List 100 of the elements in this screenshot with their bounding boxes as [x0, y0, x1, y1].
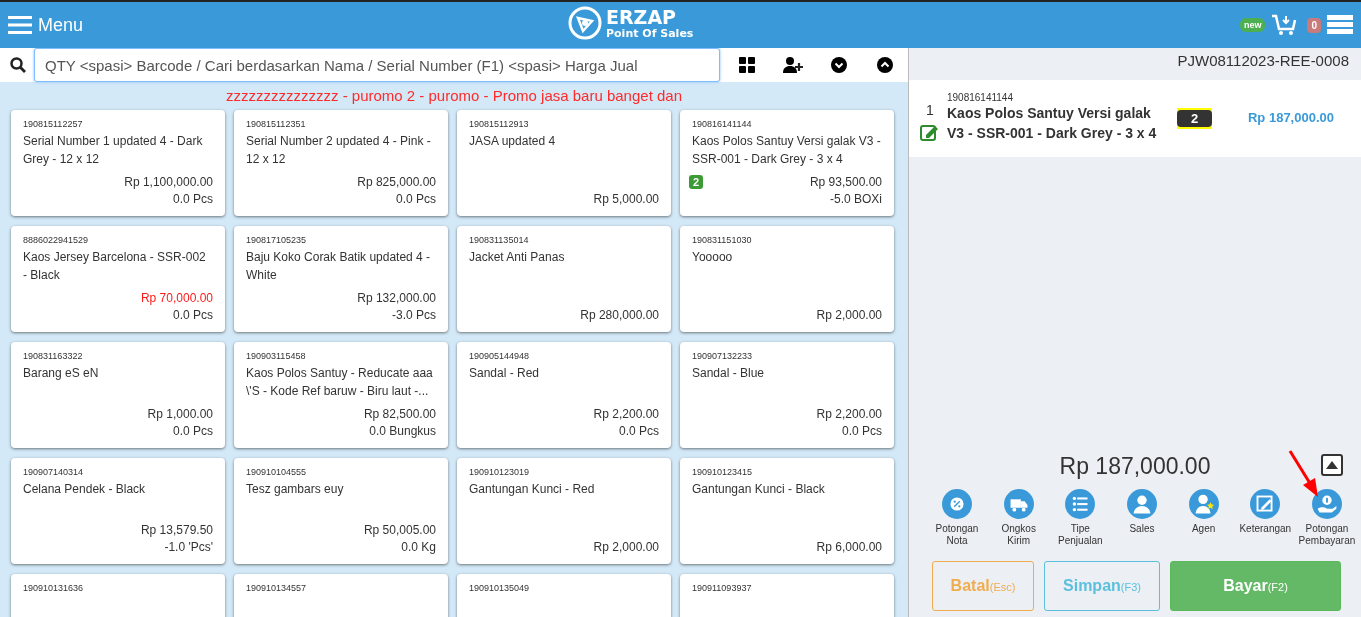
product-card[interactable]: 190910104555 Tesz gambars euy Rp 50,005.00 0.0 Kg	[234, 458, 448, 564]
queue-count-badge: 0	[1307, 17, 1321, 33]
product-name: Tesz gambars euy	[246, 481, 345, 498]
product-card[interactable]: 190907132233 Sandal - Blue Rp 2,200.00 0.0 Pcs	[680, 342, 894, 448]
product-stock: -5.0 BOXi	[829, 191, 882, 208]
menu-icon	[8, 15, 32, 35]
product-stock: 0.0 Bungkus	[369, 423, 436, 440]
product-card[interactable]: 190815112257 Serial Number 1 updated 4 - Dark Grey - 12 x 12 Rp 1,100,000.00 0.0 Pcs	[11, 110, 225, 216]
product-price: Rp 50,005.00	[363, 522, 436, 539]
search-field[interactable]: QTY <spasi> Barcode / Cari berdasarkan Nama / Serial Number (F1) <spasi> Harga Jual	[34, 48, 720, 82]
product-card[interactable]: 190816141144 Kaos Polos Santuy Versi galak V3 - SSR-001 - Dark Grey - 3 x 4 2 Rp 93,500.00 -5.0 BOXi	[680, 110, 894, 216]
product-price: Rp 82,500.00	[363, 406, 436, 423]
item-name: Kaos Polos Santuy Versi galak V3 - SSR-001 - Dark Grey - 3 x 4	[947, 104, 1158, 143]
quantity-badge[interactable]: 2	[1177, 110, 1213, 127]
product-card[interactable]: 190910131636	[11, 574, 225, 617]
product-card[interactable]: 190910123019 Gantungan Kunci - Red Rp 2,000.00	[457, 458, 671, 564]
action-button[interactable]: Sales	[1113, 489, 1170, 547]
product-code: 190911093937	[692, 582, 753, 594]
product-price: Rp 70,000.00	[140, 290, 213, 307]
action-button[interactable]: Tipe Penjualan	[1052, 489, 1109, 547]
product-price: Rp 6,000.00	[816, 539, 882, 556]
product-stock: 0.0 Pcs	[172, 191, 213, 208]
product-name: Kaos Polos Santuy - Reducate aaa \'S - Kode Ref baruw - Biru laut -...	[246, 365, 434, 400]
product-code: 190910134557	[246, 582, 308, 594]
product-name: Kaos Polos Santuy Versi galak V3 - SSR-001 - Dark Grey - 3 x 4	[692, 133, 882, 168]
action-button[interactable]: Agen	[1175, 489, 1232, 547]
chevron-down-icon	[831, 57, 847, 73]
item-number: 1	[926, 102, 934, 118]
product-name: Sandal - Blue	[692, 365, 766, 382]
product-name: Yooooo	[692, 249, 734, 266]
cart-item[interactable]: 1 190816141144 Kaos Polos Santuy Versi galak V3 - SSR-001 - Dark Grey - 3 x 4 2 Rp 187,000.00	[909, 80, 1361, 157]
product-stock: 0.0 Pcs	[395, 191, 436, 208]
product-price: Rp 13,579.50	[140, 522, 213, 539]
product-price: Rp 1,000.00	[147, 406, 213, 423]
add-user-icon	[783, 57, 803, 73]
logo-title: ERZAP	[606, 6, 678, 27]
product-name: Gantungan Kunci - Red	[469, 481, 596, 498]
product-price: Rp 280,000.00	[580, 307, 659, 324]
product-code: 8886022941529	[23, 234, 90, 246]
product-code: 190910104555	[246, 466, 308, 478]
product-card[interactable]: 190831163322 Barang eS eN Rp 1,000.00 0.0 Pcs	[11, 342, 225, 448]
product-price: Rp 825,000.00	[357, 174, 436, 191]
product-card[interactable]: 190910123415 Gantungan Kunci - Black Rp 6,000.00	[680, 458, 894, 564]
action-button[interactable]: Keterangan	[1237, 489, 1294, 547]
product-name: Jacket Anti Panas	[469, 249, 566, 266]
product-price: Rp 2,000.00	[593, 539, 659, 556]
product-card[interactable]: 190910134557	[234, 574, 448, 617]
product-card[interactable]: 190911093937	[680, 574, 894, 617]
discount-icon	[942, 489, 972, 519]
product-price: Rp 93,500.00	[809, 174, 882, 191]
product-code: 190815112351	[246, 118, 307, 130]
action-button[interactable]: Potongan Nota	[929, 489, 985, 547]
logo-subtitle: Point Of Sales	[606, 26, 694, 40]
product-code: 190903115458	[246, 350, 307, 362]
product-stock: 0.0 Kg	[401, 539, 436, 556]
cart-icon[interactable]	[1271, 13, 1298, 37]
product-card[interactable]: 190910135049	[457, 574, 671, 617]
product-name: Kaos Jersey Barcelona - SSR-002 - Black	[23, 249, 207, 284]
product-card[interactable]: 8886022941529 Kaos Jersey Barcelona - SSR-002 - Black Rp 70,000.00 0.0 Pcs	[11, 226, 225, 332]
product-card[interactable]: 190905144948 Sandal - Red Rp 2,200.00 0.0 Pcs	[457, 342, 671, 448]
product-card[interactable]: 190831135014 Jacket Anti Panas Rp 280,000.00	[457, 226, 671, 332]
item-code: 190816141144	[947, 92, 1014, 103]
action-button[interactable]: Ongkos Kirim	[990, 489, 1047, 547]
product-code: 190831135014	[469, 234, 530, 246]
product-name: Barang eS eN	[23, 365, 100, 382]
list-icon[interactable]	[1327, 15, 1353, 35]
product-stock: -1.0 'Pcs'	[164, 539, 213, 556]
product-card[interactable]: 190815112351 Serial Number 2 updated 4 - Pink - 12 x 12 Rp 825,000.00 0.0 Pcs	[234, 110, 448, 216]
product-card[interactable]: 190903115458 Kaos Polos Santuy - Reducate aaa \'S - Kode Ref baruw - Biru laut -... Rp 82,500.00 0.0 Bungkus	[234, 342, 448, 448]
payment-icon	[1311, 489, 1342, 519]
product-code: 190817105235	[246, 234, 308, 246]
product-code: 190910131636	[23, 582, 85, 594]
promo-text: zzzzzzzzzzzzzzz - puromo 2 - puromo - Promo jasa baru banget dan	[226, 86, 682, 104]
agent-icon	[1188, 489, 1219, 519]
product-stock: -3.0 Pcs	[392, 307, 436, 324]
product-name: Baju Koko Corak Batik updated 4 - White	[246, 249, 432, 284]
cart-quantity-badge: 2	[689, 175, 704, 189]
product-code: 190910135049	[469, 582, 531, 594]
product-card[interactable]: 190831151030 Yooooo Rp 2,000.00	[680, 226, 894, 332]
product-card[interactable]: 190817105235 Baju Koko Corak Batik updated 4 - White Rp 132,000.00 -3.0 Pcs	[234, 226, 448, 332]
item-subtotal: Rp 187,000.00	[1248, 110, 1334, 125]
product-code: 190815112913	[469, 118, 530, 130]
product-price: Rp 2,200.00	[816, 406, 882, 423]
shipping-icon	[1003, 489, 1034, 519]
product-code: 190907132233	[692, 350, 754, 362]
search-icon	[10, 57, 26, 73]
action-button[interactable]: Potongan Pembayaran	[1298, 489, 1355, 547]
product-stock: 0.0 Pcs	[841, 423, 882, 440]
list-icon	[1065, 489, 1096, 519]
note-icon	[1250, 489, 1281, 519]
product-name: Celana Pendek - Black	[23, 481, 147, 498]
product-card[interactable]: 190815112913 JASA updated 4 Rp 5,000.00	[457, 110, 671, 216]
total-amount: Rp 187,000.00	[1059, 452, 1211, 480]
person-icon	[1126, 489, 1157, 519]
product-price: Rp 5,000.00	[593, 191, 659, 208]
edit-icon[interactable]	[920, 122, 940, 141]
product-stock: 0.0 Pcs	[618, 423, 659, 440]
product-card[interactable]: 190907140314 Celana Pendek - Black Rp 13,579.50 -1.0 'Pcs'	[11, 458, 225, 564]
product-code: 190816141144	[692, 118, 753, 130]
collapse-button[interactable]	[1321, 454, 1343, 476]
